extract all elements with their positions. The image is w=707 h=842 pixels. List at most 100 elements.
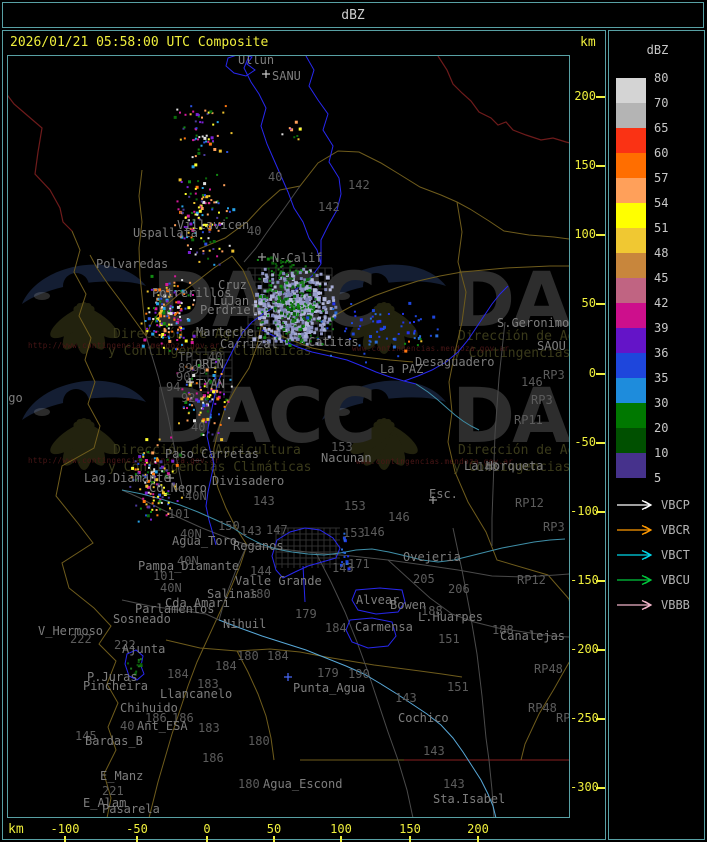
road-number-label: RP3 [543,520,565,534]
place-label: E_Manz [100,769,143,783]
place-label: Canalejas [500,629,565,643]
place-label: Cruz [218,278,247,292]
road-number-label: 206 [448,582,470,596]
place-label: Valle Grande [235,574,322,588]
place-label: Llancanelo [160,687,232,701]
radar-echo-cluster [281,120,302,141]
place-label: Sosneado [113,612,171,626]
road-number-label: RP3 [531,393,553,407]
place-label: Reganos [233,539,284,553]
place-label: Ant_ESA [137,719,188,733]
map-overlay-svg: DACCDACCDACCDACCDirección de Agricultura… [1,53,646,817]
road-number-label: 205 [413,572,435,586]
map-content: DACCDACCDACCDACCDirección de Agricultura… [1,53,646,817]
road-number-label: 143 [253,494,275,508]
place-label: Nacunan [321,451,372,465]
road-number-label: 142 [348,178,370,192]
road-number-label: 180 [248,734,270,748]
road-number-label: 101 [168,507,190,521]
road-number-label: 180 [237,649,259,663]
road-number-label: 150 [218,519,240,533]
road-number-label: 188 [421,604,443,618]
road-number-label: 180 [249,587,271,601]
road-number-label: 40N [185,489,207,503]
road-number-label: 153 [344,499,366,513]
place-label: Desaguadero [415,355,494,369]
road-number-label: 186 [202,751,224,765]
road-number-label: 184 [267,649,289,663]
place-label: Sta.Isabel [433,792,505,806]
road-number-label: 190 [348,667,370,681]
road-number-label: 184 [215,659,237,673]
place-label: Cochico [398,711,449,725]
radar-echo-cluster [173,105,233,169]
place-label: Perdriel [200,303,258,317]
place-label: SAOU [537,339,566,353]
place-label: Carmensa [355,620,413,634]
road-number-label: RP3 [543,368,565,382]
place-label: Ovejeria [403,550,461,564]
road-number-label: 40 [120,719,134,733]
place-label: Punta_Agua [293,681,365,695]
road-number-label: 143 [395,691,417,705]
road-number-label: 144 [250,564,272,578]
place-label: Ajunta [122,642,165,656]
road-number-label: RP48 [534,662,563,676]
road-number-label: 40N [160,581,182,595]
url-watermark: www.contingencias.mendoza.gov.ar [352,344,509,353]
place-label: Paso_Carretas [165,447,259,461]
place-label: Catitas [308,335,359,349]
station-marker-icon [262,70,270,78]
place-label: TYAN [196,377,225,391]
road-line [452,527,495,817]
road-number-label: RP [556,711,570,725]
place-label: Agua_Escond [263,777,342,791]
road-number-label: RP12 [515,496,544,510]
road-number-label: 146 [521,375,543,389]
road-number-label: 180 [238,777,260,791]
radar-app-window: dBZ 2026/01/21 05:58:00 UTC Composite km… [0,0,707,842]
road-number-label: 40N [177,554,199,568]
road-line [138,169,147,337]
place-label: Nihuil [223,617,266,631]
place-label: Carrizal [220,337,278,351]
road-number-label: 142 [318,200,340,214]
place-label: N-Calif [272,251,323,265]
road-number-label: 92 [181,391,195,405]
dacc-subtitle-watermark: Dirección de Agricultura [458,443,646,458]
road-line [165,639,463,678]
road-number-label: 40 [191,420,205,434]
road-number-label: 184 [167,667,189,681]
road-number-label: 40 [268,170,282,184]
road-number-label: 143 [423,744,445,758]
station-marker-icon [284,673,292,681]
place-label: La Horqueta [464,459,543,473]
road-number-label: 179 [295,607,317,621]
road-number-label: 171 [348,557,370,571]
place-label: S.Geronimo [497,316,569,330]
road-number-label: RP48 [528,701,557,715]
road-number-label: 143 [443,777,465,791]
place-label: Bardas_B [85,734,143,748]
road-number-label: RP12 [517,573,546,587]
road-number-label: 179 [317,666,339,680]
road-number-label: 95 [192,363,206,377]
road-number-label: 151 [438,632,460,646]
place-label: Pasarela [102,802,160,816]
place-label: Pincheira [83,679,148,693]
place-label: Polvaredas [96,257,168,271]
place-label: Uspallata [133,226,198,240]
road-number-label: 151 [447,680,469,694]
place-label: Ullun [238,53,274,67]
place-label: ago [1,391,23,405]
border-line [437,56,569,144]
road-number-label: 147 [266,523,288,537]
road-number-label: 40N [180,527,202,541]
road-number-label: 146 [388,510,410,524]
road-number-label: 94 [166,380,180,394]
road-number-label: 183 [198,721,220,735]
place-label: Divisadero [212,474,284,488]
border-line [8,95,73,232]
road-number-label: 143 [240,524,262,538]
road-number-label: 153 [343,526,365,540]
